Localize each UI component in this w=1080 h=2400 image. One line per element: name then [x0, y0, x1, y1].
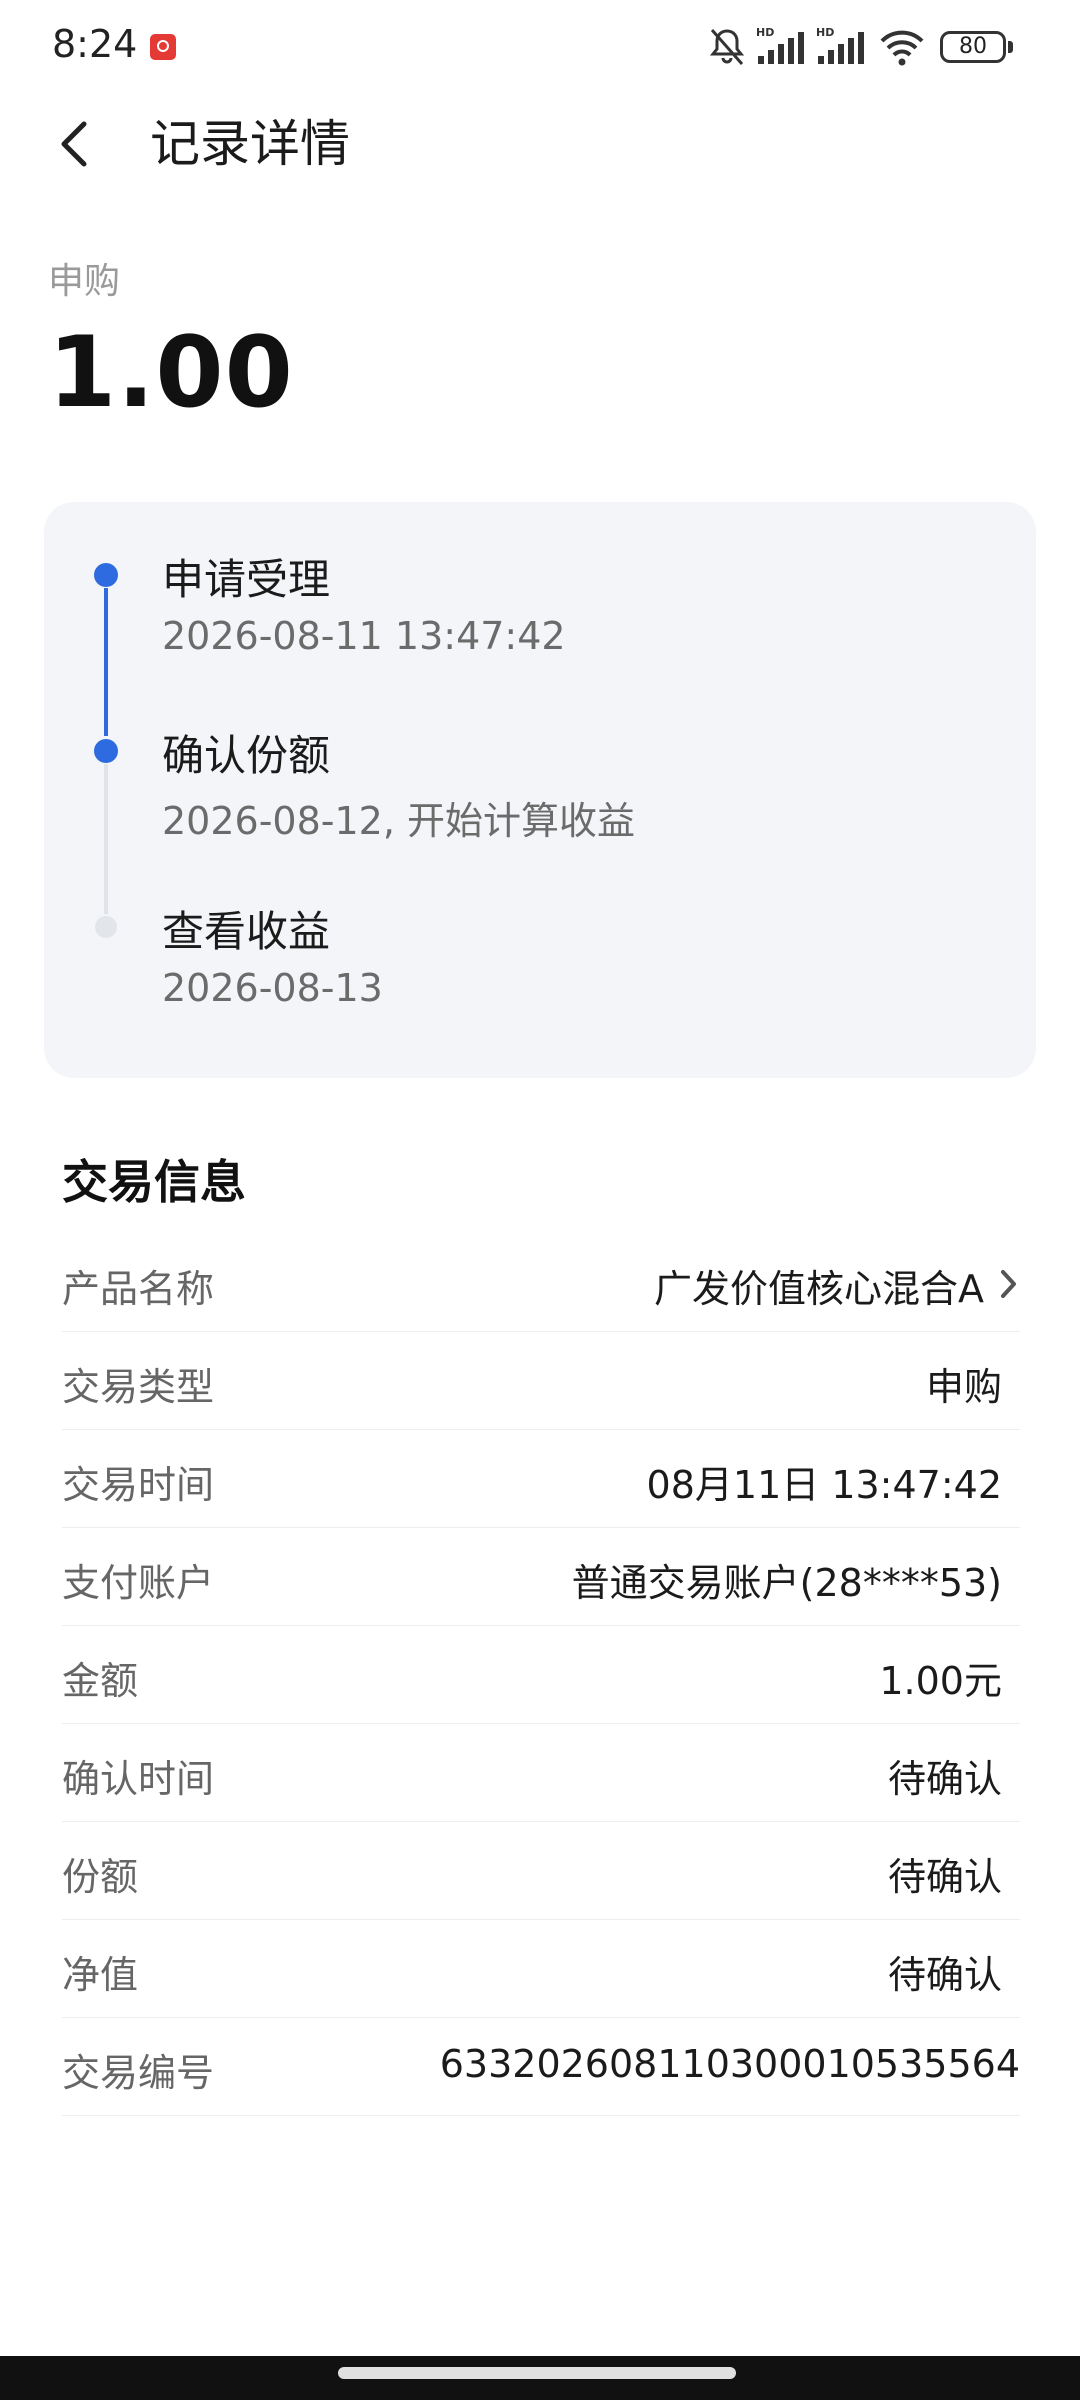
section-title: 交易信息 — [62, 1155, 246, 1209]
page-title: 记录详情 — [150, 115, 350, 173]
info-row: 份额 待确认 — [62, 1822, 1020, 1920]
info-label: 交易编号 — [62, 2051, 215, 2095]
info-row: 交易编号 633202608110300010535564 — [62, 2018, 1020, 2116]
chevron-left-icon[interactable] — [48, 114, 108, 174]
info-label: 交易类型 — [62, 1365, 215, 1409]
svg-text:HD: HD — [816, 26, 834, 39]
status-time: 8:24 — [52, 22, 138, 66]
step-title: 确认份额 — [162, 731, 331, 780]
step-dot-active — [94, 563, 118, 587]
step-title: 申请受理 — [162, 555, 331, 604]
info-value: 待确认 — [887, 1953, 1002, 1997]
info-value: 633202608110300010535564 — [439, 2042, 1020, 2086]
transaction-type-label: 申购 — [48, 261, 121, 302]
hd-signal-icon: HD — [756, 26, 804, 64]
step-title: 查看收益 — [162, 907, 331, 956]
battery-cap — [1008, 41, 1013, 53]
progress-card: 申请受理 2026-08-11 13:47:42 确认份额 2026-08-12… — [44, 502, 1036, 1078]
timeline-line-done — [104, 588, 108, 736]
info-value: 广发价值核心混合A — [654, 1267, 984, 1311]
battery-icon: 80 — [940, 31, 1006, 63]
info-row: 交易类型 申购 — [62, 1332, 1020, 1430]
mute-icon — [709, 29, 745, 65]
info-row: 支付账户 普通交易账户(28****53) — [62, 1528, 1020, 1626]
step-dot-active — [94, 739, 118, 763]
info-row: 交易时间 08月11日 13:47:42 — [62, 1430, 1020, 1528]
info-label: 交易时间 — [62, 1463, 215, 1507]
info-row: 净值 待确认 — [62, 1920, 1020, 2018]
timeline-line-pending — [104, 764, 108, 914]
info-value: 待确认 — [887, 1855, 1002, 1899]
trade-info-list: 产品名称 广发价值核心混合A 交易类型 申购 交易时间 08月11日 13:47… — [62, 1234, 1020, 2116]
hd-signal-icon: HD — [816, 26, 864, 64]
top-app-bar: 记录详情 — [0, 96, 1080, 192]
step-subtitle: 2026-08-12, 开始计算收益 — [162, 799, 635, 843]
step-subtitle: 2026-08-11 13:47:42 — [162, 614, 566, 658]
info-row: 确认时间 待确认 — [62, 1724, 1020, 1822]
info-value: 申购 — [925, 1365, 1002, 1409]
info-value: 待确认 — [887, 1757, 1002, 1801]
info-label: 份额 — [62, 1855, 139, 1899]
step-subtitle: 2026-08-13 — [162, 966, 383, 1010]
svg-text:HD: HD — [756, 26, 774, 39]
info-value: 1.00元 — [879, 1659, 1002, 1703]
system-nav-bar — [0, 2356, 1080, 2400]
info-label: 支付账户 — [62, 1561, 215, 1605]
info-label: 净值 — [62, 1953, 139, 1997]
info-label: 确认时间 — [62, 1757, 215, 1801]
info-label: 产品名称 — [62, 1267, 215, 1311]
info-label: 金额 — [62, 1659, 139, 1703]
app-notification-icon — [150, 34, 176, 60]
step-dot-pending — [95, 916, 117, 938]
home-handle[interactable] — [338, 2367, 736, 2379]
wifi-icon — [880, 30, 924, 66]
info-row: 金额 1.00元 — [62, 1626, 1020, 1724]
chevron-right-icon — [1001, 1270, 1016, 1298]
info-value: 08月11日 13:47:42 — [646, 1463, 1002, 1507]
transaction-amount: 1.00 — [48, 316, 294, 430]
info-value: 普通交易账户(28****53) — [571, 1561, 1002, 1605]
info-row-product[interactable]: 产品名称 广发价值核心混合A — [62, 1234, 1020, 1332]
status-bar: 8:24 HD HD 80 — [0, 0, 1080, 96]
